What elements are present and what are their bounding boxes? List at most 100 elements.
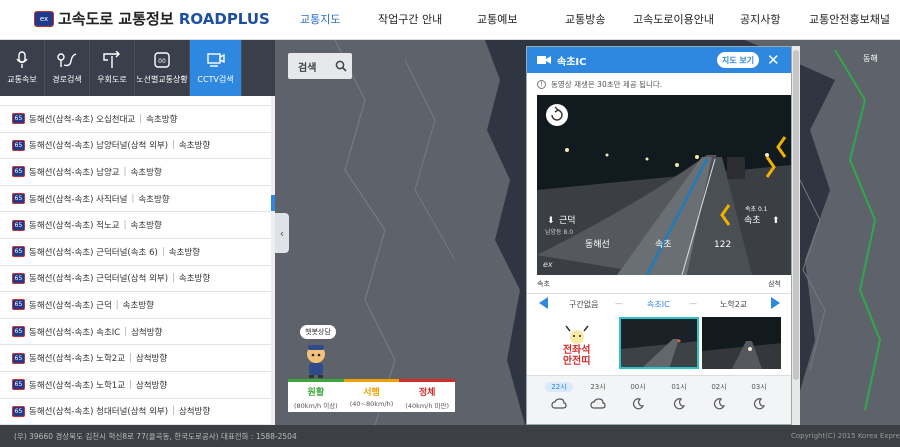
site-logo[interactable]: ex 고속도로 교통정보 ROADPLUS [34,8,270,29]
video-direction-labels: 속초 삼척 [537,279,781,289]
chatbot-mascot-icon[interactable] [303,343,329,379]
nav-work-zone[interactable]: 작업구간 안내 [378,11,442,27]
route-65-icon: 65 [12,166,25,178]
map-region-label: 동해 [863,54,878,63]
route-65-icon: 65 [12,113,25,125]
cctv-icon [206,53,225,67]
map-search[interactable]: 검색 [288,53,352,79]
prev-arrow-icon[interactable] [539,297,548,309]
list-item[interactable]: 65 동해선(삼척-속초) 노학1교 | 삼척방향 [0,372,275,399]
cctv-direction: 속초방향 [178,141,211,152]
seatbelt-campaign[interactable]: 전좌석 안전띠 [537,317,617,369]
weather-hour: 01시 [671,383,687,391]
cctv-name: 동해선(삼척-속초) 사직터널 [29,194,128,205]
weather-hour: 00시 [630,383,646,391]
cctv-direction: 속초방향 [146,114,178,125]
nav-safety-channel[interactable]: 교통안전홍보채널 [809,11,890,27]
cctv-panel: 속초IC 지도 보기 ✕ ! 동영상 재생은 30초만 제공 됩니다. ⬇ 근덕… [526,46,792,425]
tool-traffic-news[interactable]: 교통속보 [0,40,45,96]
list-item[interactable]: 65 동해선(삼척-속초) 근덕터널(속초 6) | 속초방향 [0,239,275,266]
legend-slow: 서행 (40~80km/h) [343,379,400,412]
cctv-direction: 속초방향 [130,167,162,178]
close-icon[interactable]: ✕ [767,51,780,69]
list-item[interactable]: 65 동해선(삼척-속초) 오십천대교 | 속초방향 [0,106,275,133]
list-item[interactable] [0,96,275,106]
nav-traffic-forecast[interactable]: 교통예보 [477,11,517,27]
search-button[interactable] [330,53,352,79]
list-item[interactable]: 65 동해선(삼척-속초) 사직터널 | 속초방향 [0,186,275,213]
list-item[interactable]: 65 동해선(삼척-속초) 근덕 | 속초방향 [0,292,275,319]
video-watermark: ex [543,260,553,269]
route-icon [57,53,77,67]
campaign-text: 전좌석 안전띠 [562,345,591,367]
route-65-icon: 65 [12,352,25,364]
route-65-icon: 65 [12,299,25,311]
tool-cctv-search[interactable]: CCTV검색 [190,40,242,96]
nav-traffic-broadcast[interactable]: 교통방송 [565,11,605,27]
camera-icon [537,56,551,64]
tool-label: CCTV검색 [197,75,234,84]
nav-notice[interactable]: 공지사항 [740,11,780,27]
cctv-thumbnail-current[interactable] [619,317,699,369]
nav-next-label[interactable]: 노학2교 [720,299,747,310]
cloud-icon [551,398,567,409]
tool-route-search[interactable]: 경로검색 [45,40,90,96]
tool-detour[interactable]: 우회도로 [90,40,135,96]
cctv-thumbnail-next[interactable] [701,317,782,369]
nav-prev-label[interactable]: 구간없음 [569,299,598,310]
nav-dash: — [689,299,697,308]
nav-dash: — [615,299,623,308]
route-65-icon: 65 [12,246,25,258]
video-sign-right-top: 속초 0.1 [745,205,768,213]
list-item[interactable]: 65 동해선(삼척-속초) 남양교 | 속초방향 [0,159,275,186]
cctv-direction: 속초방향 [168,247,200,258]
chatbot-bubble[interactable]: 챗봇상담 [300,325,336,339]
list-item[interactable]: 65 동해선(삼척-속초) 근덕터널(삼척 외부) | 속초방향 [0,266,275,293]
cctv-thumbnails: 전좌석 안전띠 [537,317,782,371]
chevron-left-icon: ‹ [279,226,285,240]
video-left-label: 속초 [537,280,550,288]
playback-notice: ! 동영상 재생은 30초만 제공 됩니다. [527,73,791,95]
cctv-name: 동해선(삼척-속초) 청대터널(삼척 외부) [29,407,169,418]
cctv-video[interactable]: ⬇ 근덕 남양동 8.0 동해선 속초 122 속초 0.1 속초 ⬆ ex [537,95,791,275]
next-arrow-icon[interactable] [771,297,780,309]
traffic-legend: 원활 (80km/h 이상) 서행 (40~80km/h) 정체 (40km/h… [288,379,456,412]
moon-icon [713,398,725,410]
up-arrow-icon: ⬆ [772,216,780,226]
panel-scroll-thumb[interactable] [793,50,799,380]
cctv-name: 동해선(삼척-속초) 근덕 [29,300,112,311]
list-item[interactable]: 65 동해선(삼척-속초) 적노교 | 속초방향 [0,212,275,239]
cctv-name: 동해선(삼척-속초) 남양교 [29,167,120,178]
footer-address: (우) 39660 경상북도 김천시 혁신8로 77(율곡동, 한국도로공사) … [14,431,297,441]
route-65-icon: 65 [12,219,25,231]
list-item[interactable]: 65 동해선(삼척-속초) 노학2교 | 삼척방향 [0,345,275,372]
svg-text:00: 00 [158,58,166,65]
nav-expressway-guide[interactable]: 고속도로이용안내 [633,11,714,27]
collapse-panel-button[interactable]: ‹ [275,213,289,253]
cctv-nav-row: 구간없음 — 속초IC — 노학2교 [527,293,791,315]
nav-current-label: 속초IC [647,300,670,309]
cctv-name: 동해선(삼척-속초) 적노교 [29,221,120,232]
route-65-icon: 65 [12,139,25,151]
campaign-mascot-icon [565,325,589,344]
route-65-icon: 65 [12,405,25,417]
list-item[interactable]: 65 동해선(삼척-속초) 속초IC | 삼척방향 [0,319,275,346]
weather-hour: 23시 [590,383,606,391]
cctv-direction: 삼척방향 [135,354,168,365]
tool-label: 교통속보 [7,75,37,84]
cctv-direction: 속초방향 [130,221,162,232]
legend-name: 정체 [418,388,436,398]
map-view-button[interactable]: 지도 보기 [717,52,759,68]
list-item[interactable]: 65 동해선(삼척-속초) 남양터널(삼척 외부) | 속초방향 [0,133,275,160]
weather-hour: 02시 [711,383,727,391]
tool-route-status[interactable]: 00 노선별교통상황 [135,40,190,96]
nav-traffic-map[interactable]: 교통지도 [300,11,340,27]
route-65-icon: 65 [12,326,25,338]
tool-label: 경로검색 [52,75,82,84]
ex-logo-icon: ex [34,10,54,27]
logo-title: 고속도로 교통정보 [58,10,174,28]
notice-text: 동영상 재생은 30초만 제공 됩니다. [551,79,663,89]
page-footer: (우) 39660 경상북도 김천시 혁신8로 77(율곡동, 한국도로공사) … [0,425,900,447]
cctv-name: 동해선(삼척-속초) 오십천대교 [29,114,136,125]
list-item[interactable]: 65 동해선(삼척-속초) 청대터널(삼척 외부) | 삼척방향 [0,399,275,425]
